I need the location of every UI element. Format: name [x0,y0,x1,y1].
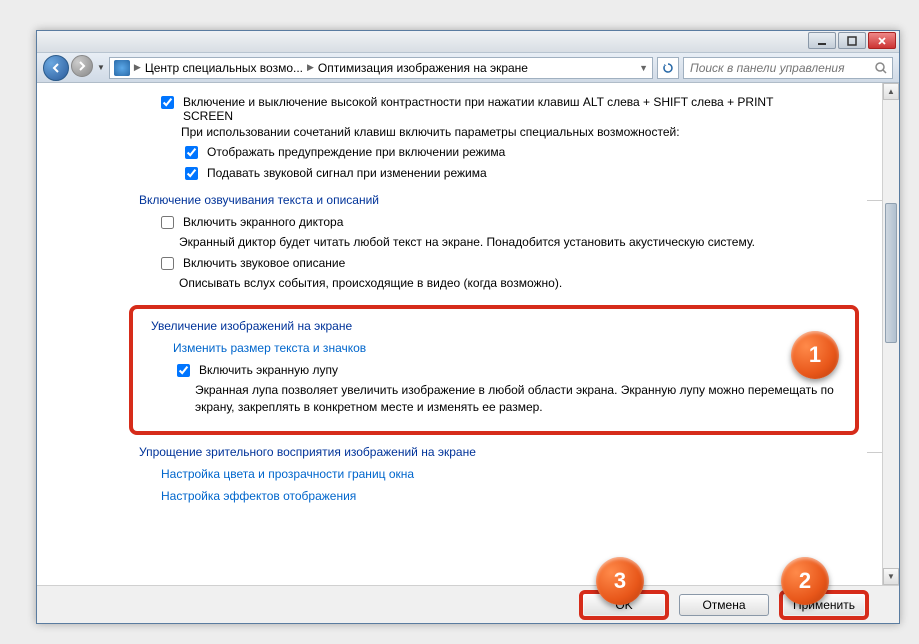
search-box[interactable] [683,57,893,79]
search-input[interactable] [688,60,870,76]
scroll-up-button[interactable]: ▲ [883,83,899,100]
nav-forward-button[interactable] [71,55,93,77]
breadcrumb-segment[interactable]: Оптимизация изображения на экране [318,61,528,75]
display-effects-link[interactable]: Настройка эффектов отображения [161,489,859,503]
dialog-footer: OK Отмена Применить [37,585,899,623]
high-contrast-toggle-label: Включение и выключение высокой контрастн… [183,95,803,123]
shortcut-note: При использовании сочетаний клавиш включ… [181,125,859,139]
simplify-heading: Упрощение зрительного восприятия изображ… [139,445,859,459]
breadcrumb-segment[interactable]: Центр специальных возмо... [145,61,303,75]
maximize-button[interactable] [838,32,866,49]
control-panel-icon [114,60,130,76]
minimize-button[interactable] [808,32,836,49]
nav-back-button[interactable] [43,55,69,81]
magnifier-description: Экранная лупа позволяет увеличить изобра… [195,382,841,414]
scroll-down-button[interactable]: ▼ [883,568,899,585]
annotation-badge-1: 1 [791,331,839,379]
refresh-icon [662,62,674,74]
audio-description-text: Описывать вслух события, происходящие в … [179,275,859,291]
chevron-icon[interactable]: ▶ [307,62,314,73]
titlebar[interactable] [37,31,899,53]
content-area: Включение и выключение высокой контрастн… [37,83,899,585]
breadcrumb[interactable]: ▶ Центр специальных возмо... ▶ Оптимизац… [109,57,653,79]
play-sound-checkbox[interactable] [185,167,198,180]
window-controls [808,32,896,49]
magnify-heading: Увеличение изображений на экране [151,319,841,333]
address-bar: ▼ ▶ Центр специальных возмо... ▶ Оптимиз… [37,53,899,83]
nav-dropdown-icon[interactable]: ▼ [97,63,105,72]
search-icon [874,61,888,75]
play-sound-label: Подавать звуковой сигнал при изменении р… [207,166,487,180]
magnifier-checkbox[interactable] [177,364,190,377]
scroll-thumb[interactable] [885,203,897,343]
resize-text-link[interactable]: Изменить размер текста и значков [173,341,841,355]
annotation-badge-2: 2 [781,557,829,605]
control-panel-window: ▼ ▶ Центр специальных возмо... ▶ Оптимиз… [36,30,900,624]
narrator-checkbox[interactable] [161,216,174,229]
audio-description-checkbox[interactable] [161,257,174,270]
high-contrast-toggle-checkbox[interactable] [161,96,174,109]
magnify-section-highlight: Увеличение изображений на экране Изменит… [129,305,859,434]
cancel-button[interactable]: Отмена [679,594,769,616]
magnifier-label: Включить экранную лупу [199,363,338,377]
window-border-color-link[interactable]: Настройка цвета и прозрачности границ ок… [161,467,859,481]
vertical-scrollbar[interactable]: ▲ ▼ [882,83,899,585]
refresh-button[interactable] [657,57,679,79]
show-warning-label: Отображать предупреждение при включении … [207,145,505,159]
annotation-badge-3: 3 [596,557,644,605]
chevron-icon[interactable]: ▶ [134,62,141,73]
close-button[interactable] [868,32,896,49]
narrator-heading: Включение озвучивания текста и описаний [139,193,859,207]
narrator-description: Экранный диктор будет читать любой текст… [179,234,859,250]
breadcrumb-dropdown-icon[interactable]: ▼ [639,63,648,73]
audio-description-label: Включить звуковое описание [183,256,345,270]
show-warning-checkbox[interactable] [185,146,198,159]
narrator-label: Включить экранного диктора [183,215,343,229]
